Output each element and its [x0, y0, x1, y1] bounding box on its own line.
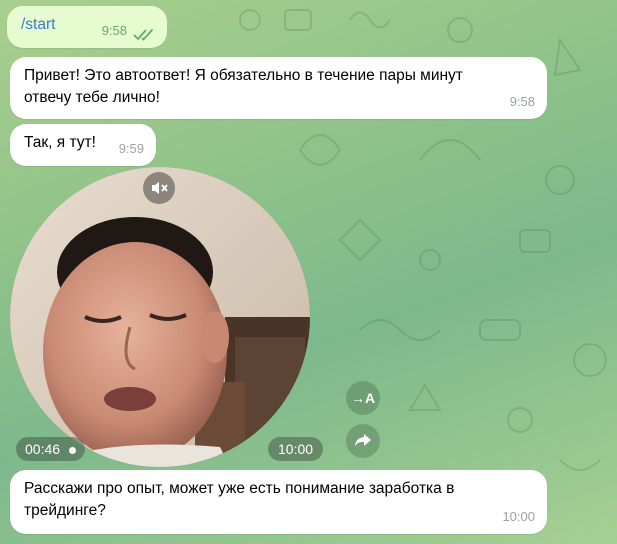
- message-text-line: отвечу тебе лично!: [24, 89, 160, 106]
- incoming-message[interactable]: Так, я тут! 9:59: [10, 124, 156, 166]
- message-time: 9:59: [118, 141, 144, 156]
- command-link[interactable]: /start: [21, 16, 55, 33]
- video-frame: [10, 167, 310, 467]
- translate-icon: →A: [350, 390, 376, 406]
- message-time: 9:58: [509, 94, 535, 109]
- message-text: Так, я тут!: [24, 134, 96, 151]
- double-check-icon: [133, 28, 154, 41]
- outgoing-message[interactable]: /start 9:58: [7, 6, 167, 48]
- incoming-message[interactable]: Привет! Это автоответ! Я обязательно в т…: [10, 57, 547, 119]
- message-time: 9:58: [101, 23, 127, 38]
- video-note[interactable]: [10, 167, 310, 467]
- message-text-line: Расскажи про опыт, может уже есть понима…: [24, 480, 455, 497]
- video-time: 10:00: [268, 437, 324, 461]
- video-duration: 00:46: [16, 437, 85, 461]
- time-text: 10:00: [278, 441, 314, 457]
- forward-button[interactable]: [346, 424, 380, 458]
- duration-text: 00:46: [25, 441, 61, 457]
- speaker-muted-icon: [152, 182, 168, 194]
- incoming-message[interactable]: Расскажи про опыт, может уже есть понима…: [10, 470, 547, 534]
- message-text-line: Привет! Это автоответ! Я обязательно в т…: [24, 67, 463, 84]
- unread-dot-icon: [68, 446, 76, 454]
- transcribe-button[interactable]: →A: [346, 381, 380, 415]
- forward-arrow-icon: [355, 434, 371, 447]
- mute-button[interactable]: [143, 172, 175, 204]
- message-time: 10:00: [502, 509, 535, 524]
- message-text-line: трейдинге?: [24, 502, 106, 519]
